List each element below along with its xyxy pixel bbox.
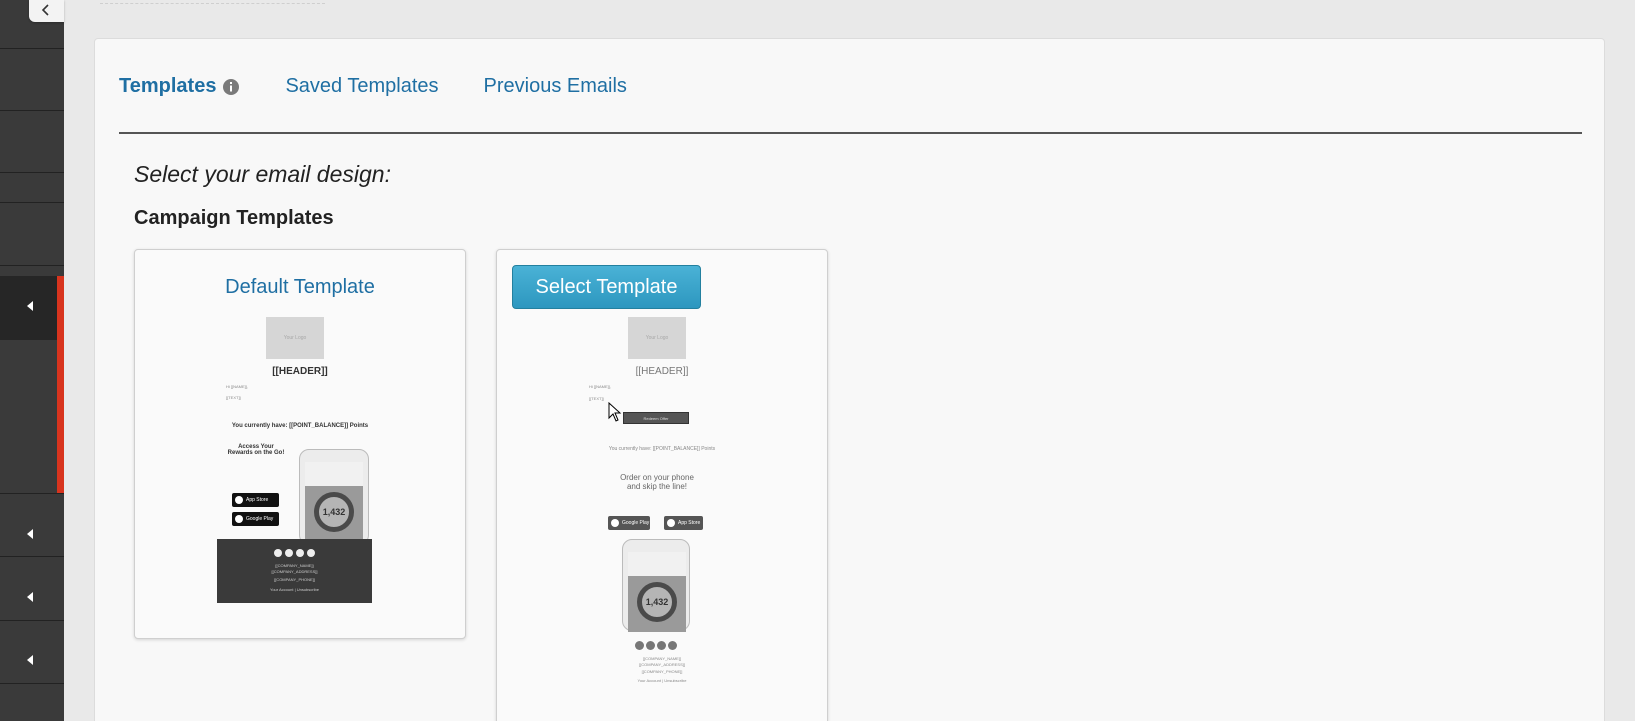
apple-icon xyxy=(235,496,243,504)
preview-text: [[TEXT]] xyxy=(226,395,241,400)
sidebar-divider xyxy=(0,265,64,266)
sidebar-divider xyxy=(0,202,64,203)
badge-label: Google Play xyxy=(622,520,650,526)
badge-label: App Store xyxy=(246,497,269,503)
points-gauge: 1,432 xyxy=(314,492,354,532)
google-play-badge: Google Play xyxy=(608,516,650,530)
facebook-icon xyxy=(274,549,282,557)
phone-screen-header xyxy=(628,552,686,576)
preview-balance: You currently have: [[POINT_BALANCE]] Po… xyxy=(231,423,369,429)
tab-label: Previous Emails xyxy=(483,75,627,97)
preview-greeting: Hi [[NAME]], xyxy=(226,384,249,389)
phone-mockup: 1,432 xyxy=(622,539,690,632)
design-prompt: Select your email design: xyxy=(134,161,391,187)
linkedin-icon xyxy=(668,641,677,650)
sidebar-active-indicator xyxy=(57,276,64,493)
footer-company-name: [[COMPANY_NAME]] xyxy=(642,656,682,661)
main-panel: Templates Saved Templates Previous Email… xyxy=(94,38,1605,721)
tab-saved-templates[interactable]: Saved Templates xyxy=(285,75,438,98)
footer-company-address: [[COMPANY_ADDRESS]] xyxy=(639,662,685,667)
badge-label: App Store xyxy=(678,520,701,526)
caret-left-icon[interactable] xyxy=(24,300,38,314)
preview-greeting: Hi [[NAME]], xyxy=(589,384,612,389)
sidebar-divider xyxy=(0,172,64,173)
footer-company-address: [[COMPANY_ADDRESS]] xyxy=(271,569,318,574)
tab-bar: Templates Saved Templates Previous Email… xyxy=(119,75,672,111)
apple-icon xyxy=(667,519,675,527)
footer-links: Your Account | Unsubscribe xyxy=(270,587,319,592)
preview-footer: [[COMPANY_NAME]] [[COMPANY_ADDRESS]] [[C… xyxy=(217,539,372,603)
tab-previous-emails[interactable]: Previous Emails xyxy=(484,75,627,98)
logo-placeholder: Your Logo xyxy=(266,317,324,359)
preview-header: [[HEADER]] xyxy=(635,366,689,377)
phone-screen: 1,432 xyxy=(628,552,686,632)
chevron-left-icon xyxy=(41,4,49,16)
sidebar-divider xyxy=(0,48,64,49)
card-title[interactable]: Default Template xyxy=(135,276,465,299)
footer-company-name: [[COMPANY_NAME]] xyxy=(275,563,314,568)
footer-company-phone: [[COMPANY_PHONE]] xyxy=(641,669,683,674)
caret-left-icon[interactable] xyxy=(24,654,38,668)
footer-links: Your Account | Unsubscribe xyxy=(637,678,687,683)
sidebar-collapse-button[interactable] xyxy=(29,0,64,22)
sidebar-divider xyxy=(0,110,64,111)
tab-label: Saved Templates xyxy=(285,75,439,97)
play-icon xyxy=(235,515,243,523)
instagram-icon xyxy=(657,641,666,650)
preview-text: [[TEXT]] xyxy=(589,396,604,401)
mouse-cursor xyxy=(608,401,622,427)
phone-screen-header xyxy=(305,462,363,486)
app-store-badge: App Store xyxy=(664,516,703,530)
left-sidebar xyxy=(0,0,64,721)
twitter-icon xyxy=(285,549,293,557)
twitter-icon xyxy=(646,641,655,650)
caret-left-icon[interactable] xyxy=(24,528,38,542)
sidebar-divider xyxy=(0,683,64,684)
info-icon[interactable] xyxy=(222,78,240,96)
sidebar-divider xyxy=(0,493,64,494)
play-icon xyxy=(611,519,619,527)
points-gauge: 1,432 xyxy=(637,582,677,622)
badge-label: Google Play xyxy=(246,516,274,522)
instagram-icon xyxy=(296,549,304,557)
logo-placeholder: Your Logo xyxy=(628,317,686,359)
footer-company-phone: [[COMPANY_PHONE]] xyxy=(274,577,315,582)
preview-promo-title: Access Your Rewards on the Go! xyxy=(227,444,285,456)
google-play-badge: Google Play xyxy=(232,512,279,526)
linkedin-icon xyxy=(307,549,315,557)
facebook-icon xyxy=(635,641,644,650)
phone-screen: 1,432 xyxy=(305,462,363,542)
caret-left-icon[interactable] xyxy=(24,591,38,605)
template-card-alternate[interactable]: Select Template Your Logo [[HEADER]] Hi … xyxy=(496,249,828,721)
tab-divider xyxy=(119,132,1582,134)
phone-mockup: 1,432 xyxy=(299,449,369,545)
top-divider xyxy=(100,0,325,4)
preview-redeem-button: Redeem Offer xyxy=(623,412,689,424)
tab-templates[interactable]: Templates xyxy=(119,75,240,98)
preview-header: [[HEADER]] xyxy=(272,366,328,377)
template-card-default[interactable]: Default Template Your Logo [[HEADER]] Hi… xyxy=(134,249,466,639)
sidebar-divider xyxy=(0,620,64,621)
preview-balance: You currently have: [[POINT_BALANCE]] Po… xyxy=(608,446,716,452)
section-title: Campaign Templates xyxy=(134,207,334,229)
select-template-button[interactable]: Select Template xyxy=(512,265,701,309)
sidebar-divider xyxy=(0,556,64,557)
preview-promo-title: Order on your phone and skip the line! xyxy=(620,473,694,491)
app-store-badge: App Store xyxy=(232,493,279,507)
tab-label: Templates xyxy=(119,75,217,97)
